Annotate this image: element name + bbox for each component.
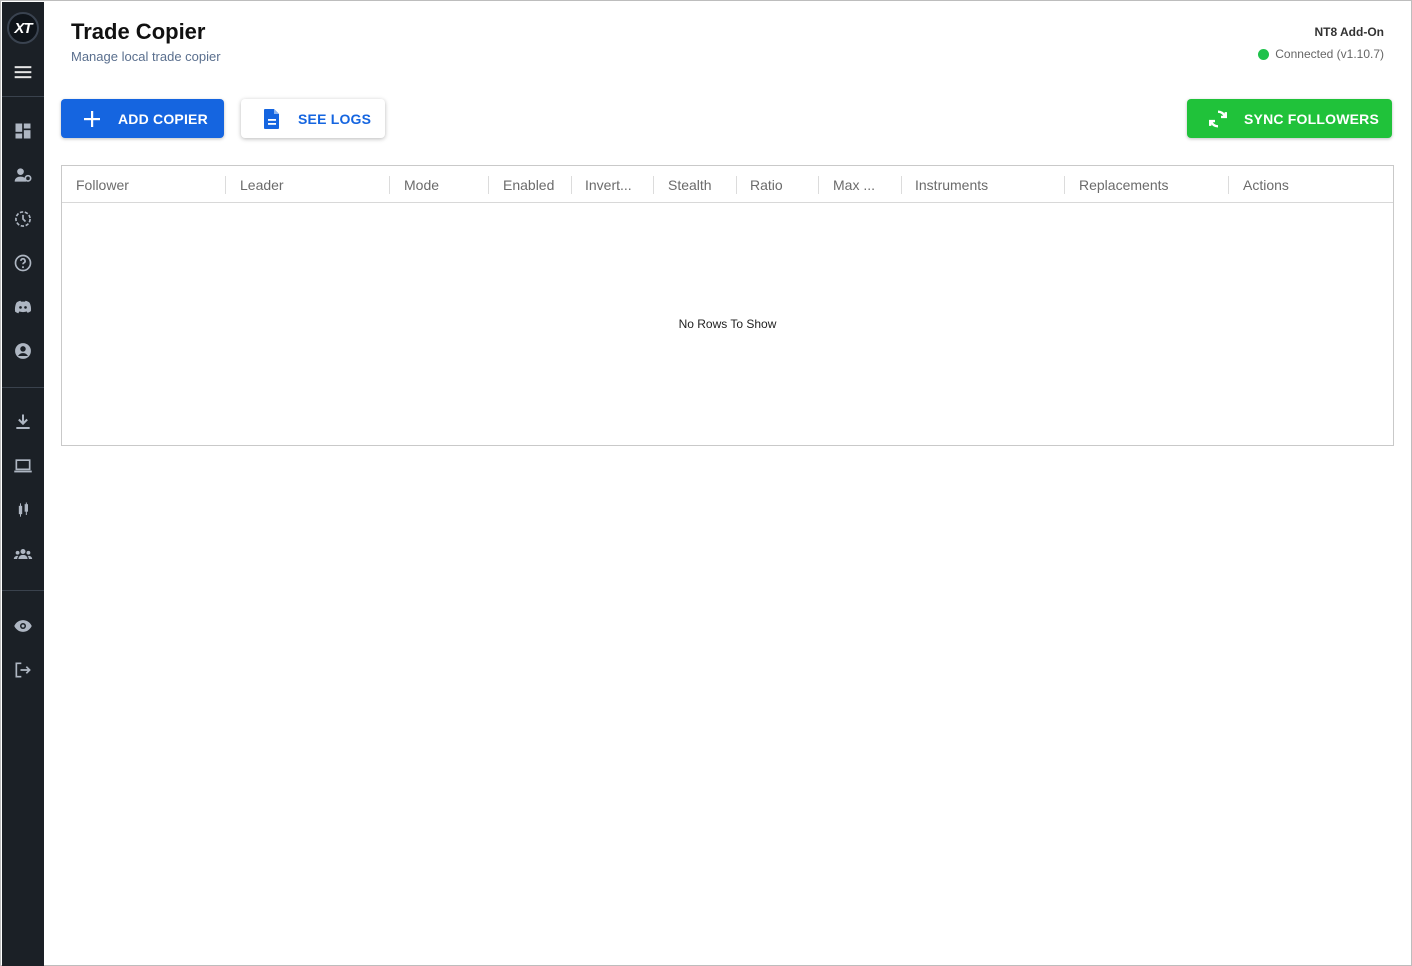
logo-text: XT bbox=[14, 19, 32, 37]
discord-icon[interactable] bbox=[11, 295, 35, 319]
document-icon bbox=[262, 108, 282, 130]
column-header-ratio[interactable]: Ratio bbox=[750, 166, 818, 203]
column-resize-handle[interactable] bbox=[1064, 176, 1065, 194]
app-logo[interactable]: XT bbox=[7, 12, 39, 44]
column-header-invert[interactable]: Invert... bbox=[585, 166, 653, 203]
sync-followers-button[interactable]: SYNC FOLLOWERS bbox=[1187, 99, 1392, 138]
page-title: Trade Copier bbox=[71, 19, 206, 44]
account-settings-icon[interactable] bbox=[11, 163, 35, 187]
sidebar-divider bbox=[2, 590, 44, 591]
page-subtitle: Manage local trade copier bbox=[71, 49, 221, 64]
column-header-mode[interactable]: Mode bbox=[404, 166, 488, 203]
see-logs-label: SEE LOGS bbox=[298, 110, 372, 127]
addon-label: NT8 Add-On bbox=[1314, 25, 1384, 39]
laptop-icon[interactable] bbox=[11, 454, 35, 478]
eye-icon[interactable] bbox=[11, 614, 35, 638]
column-header-stealth[interactable]: Stealth bbox=[668, 166, 736, 203]
column-header-replacements[interactable]: Replacements bbox=[1079, 166, 1227, 203]
column-header-follower[interactable]: Follower bbox=[76, 166, 226, 203]
empty-grid-message: No Rows To Show bbox=[678, 317, 777, 331]
help-icon[interactable] bbox=[11, 251, 35, 275]
see-logs-button[interactable]: SEE LOGS bbox=[241, 99, 385, 138]
column-resize-handle[interactable] bbox=[1228, 176, 1229, 194]
status-text: Connected (v1.10.7) bbox=[1275, 47, 1384, 61]
download-icon[interactable] bbox=[11, 410, 35, 434]
candlestick-icon[interactable] bbox=[11, 498, 35, 522]
grid-header: Follower Leader Mode Enabled Invert... S… bbox=[62, 166, 1393, 203]
sync-icon bbox=[1207, 108, 1229, 130]
logout-icon[interactable] bbox=[11, 658, 35, 682]
sync-followers-label: SYNC FOLLOWERS bbox=[1244, 110, 1380, 127]
column-resize-handle[interactable] bbox=[653, 176, 654, 194]
column-resize-handle[interactable] bbox=[488, 176, 489, 194]
history-icon[interactable] bbox=[11, 207, 35, 231]
column-header-leader[interactable]: Leader bbox=[240, 166, 388, 203]
add-copier-label: ADD COPIER bbox=[118, 110, 208, 127]
sidebar-divider bbox=[2, 96, 44, 97]
column-resize-handle[interactable] bbox=[818, 176, 819, 194]
user-icon[interactable] bbox=[11, 339, 35, 363]
column-header-enabled[interactable]: Enabled bbox=[503, 166, 571, 203]
plus-icon bbox=[82, 110, 102, 128]
menu-icon[interactable] bbox=[11, 60, 35, 84]
column-resize-handle[interactable] bbox=[225, 176, 226, 194]
group-icon[interactable] bbox=[11, 542, 35, 566]
sidebar: XT bbox=[2, 2, 44, 966]
column-resize-handle[interactable] bbox=[901, 176, 902, 194]
column-resize-handle[interactable] bbox=[571, 176, 572, 194]
column-header-actions[interactable]: Actions bbox=[1243, 166, 1383, 203]
column-resize-handle[interactable] bbox=[736, 176, 737, 194]
sidebar-divider bbox=[2, 387, 44, 388]
column-resize-handle[interactable] bbox=[389, 176, 390, 194]
column-header-max[interactable]: Max ... bbox=[833, 166, 901, 203]
dashboard-icon[interactable] bbox=[11, 119, 35, 143]
column-header-instruments[interactable]: Instruments bbox=[915, 166, 1063, 203]
app-window: XT Trade Copier Manage local trade copie… bbox=[0, 0, 1412, 966]
add-copier-button[interactable]: ADD COPIER bbox=[61, 99, 224, 138]
connection-status: Connected (v1.10.7) bbox=[1258, 47, 1384, 61]
status-dot-icon bbox=[1258, 48, 1270, 60]
copier-grid: Follower Leader Mode Enabled Invert... S… bbox=[61, 165, 1394, 446]
